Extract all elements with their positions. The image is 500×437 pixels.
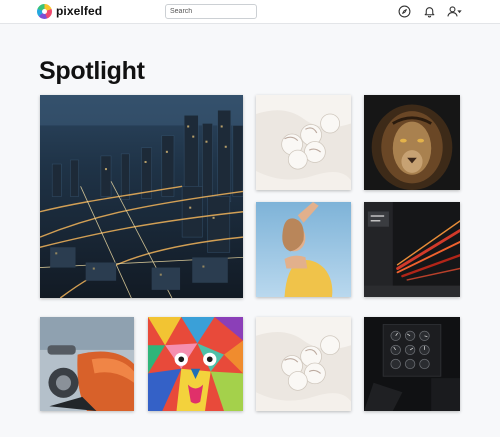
- brand-name[interactable]: pixelfed: [56, 4, 102, 18]
- page-title: Spotlight: [39, 57, 145, 85]
- caret-down-icon[interactable]: [456, 5, 463, 18]
- bell-icon[interactable]: [423, 5, 436, 18]
- gallery-item-graffiti[interactable]: [148, 317, 243, 411]
- gallery-item-woman-sky[interactable]: [256, 202, 351, 297]
- gallery-item-lion[interactable]: [364, 95, 460, 190]
- gallery-item-cockpit[interactable]: [364, 317, 460, 411]
- gallery-item-motorcycle[interactable]: [40, 317, 134, 411]
- gallery-item-cotton-flowers-2[interactable]: [256, 317, 351, 411]
- compass-icon[interactable]: [398, 5, 411, 18]
- pixelfed-logo-icon[interactable]: [37, 4, 52, 19]
- search-input[interactable]: [165, 4, 257, 19]
- gallery-item-subway-lights[interactable]: [364, 202, 460, 297]
- gallery-item-city-night[interactable]: [40, 95, 243, 298]
- gallery-item-cotton-flowers[interactable]: [256, 95, 351, 190]
- top-navbar: pixelfed: [0, 0, 500, 24]
